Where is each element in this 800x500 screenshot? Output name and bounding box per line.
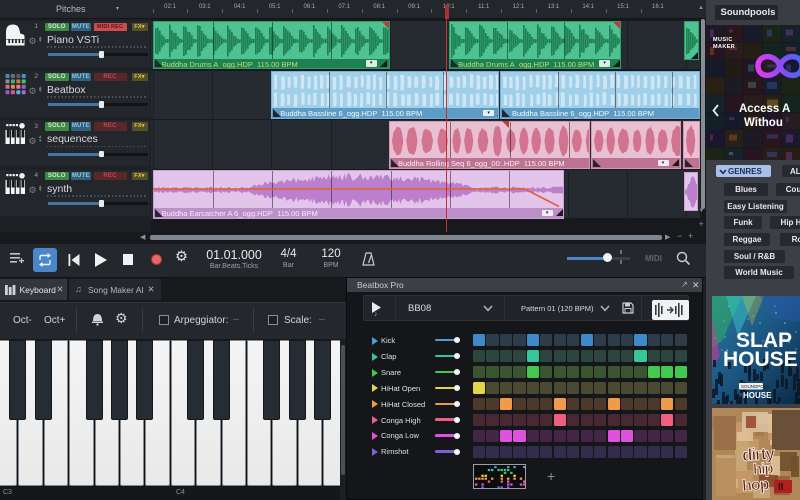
- svg-text:HOUSE: HOUSE: [723, 348, 798, 371]
- svg-text:II: II: [778, 482, 784, 493]
- svg-text:HOUSE: HOUSE: [743, 391, 772, 400]
- svg-text:SOUNDPOOL: SOUNDPOOL: [741, 384, 770, 389]
- svg-text:hip: hip: [752, 460, 773, 478]
- svg-text:hop: hop: [742, 476, 771, 495]
